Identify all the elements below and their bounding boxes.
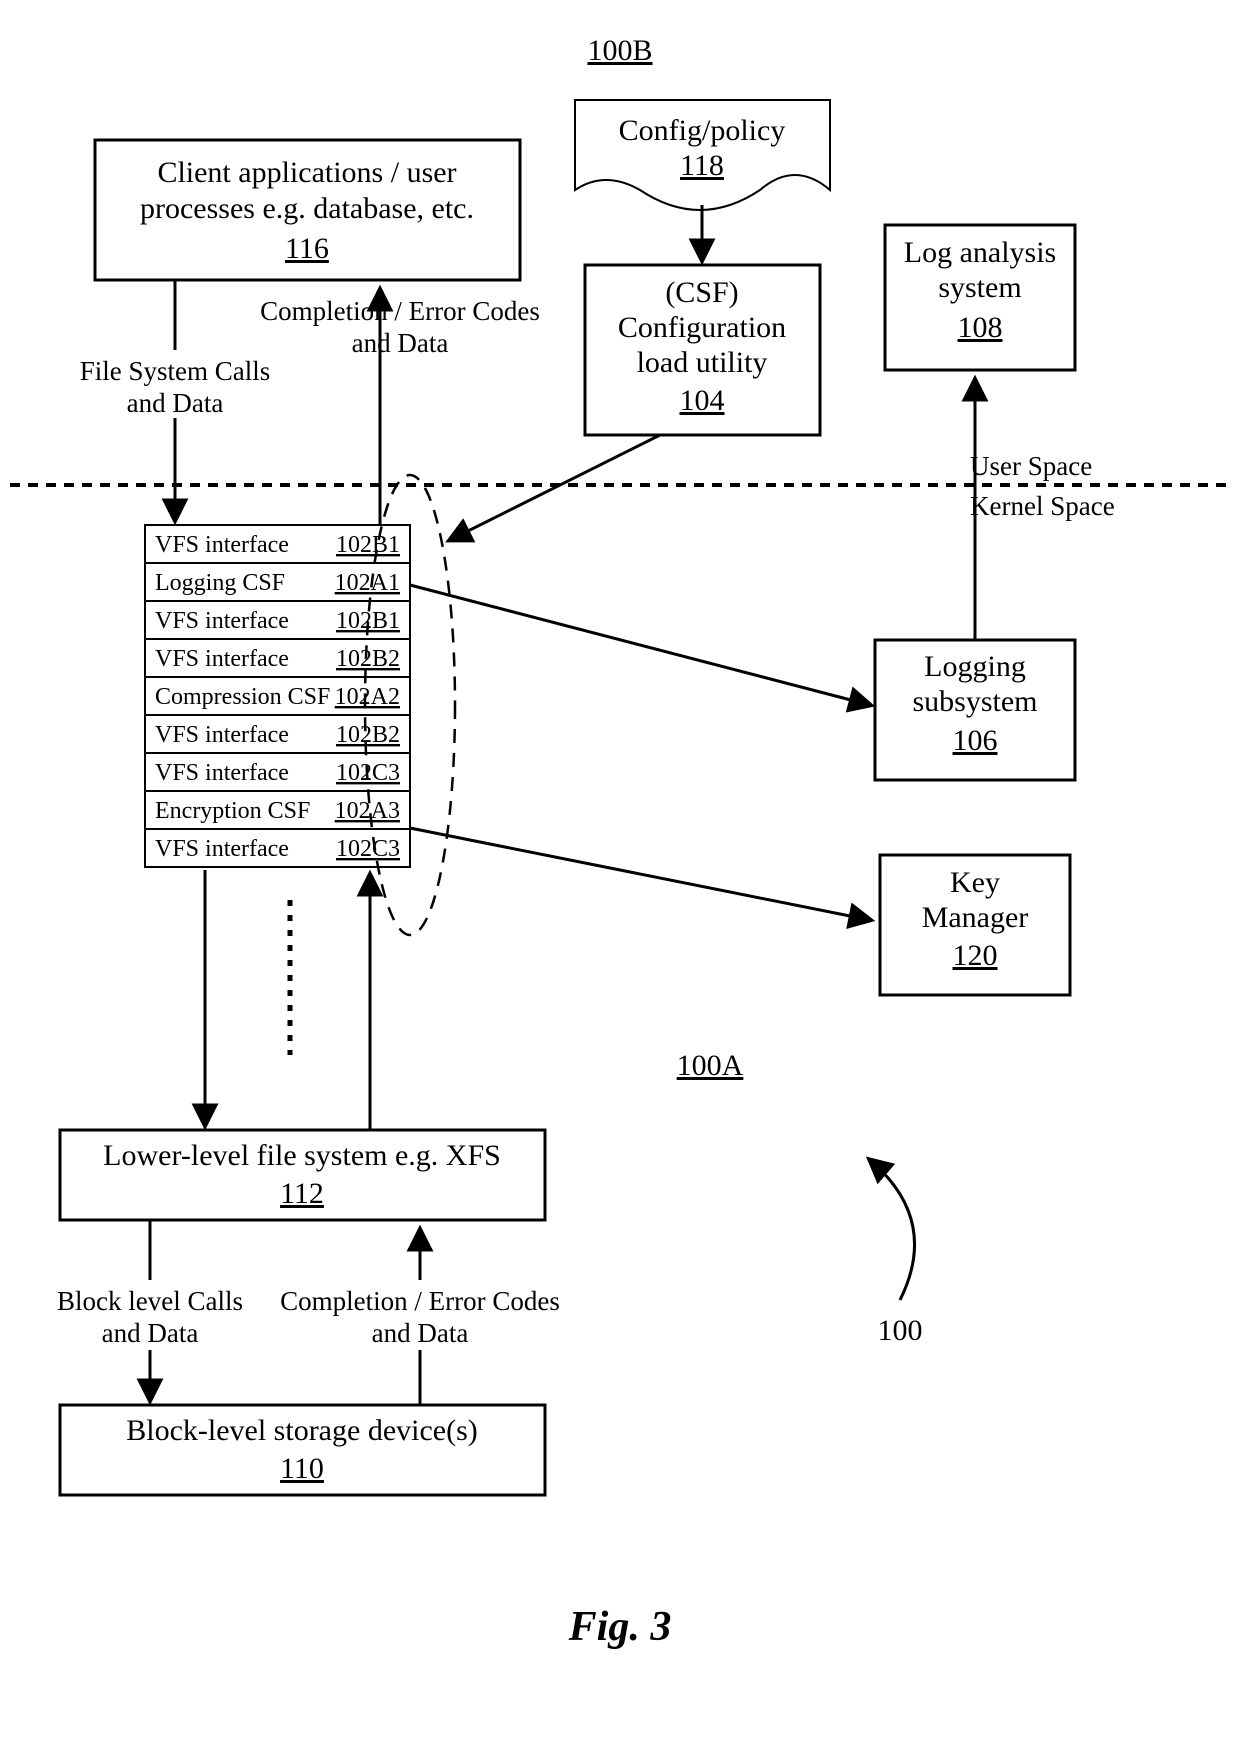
lower-fs-box: Lower-level file system e.g. XFS 112: [60, 1130, 545, 1220]
client-line2: processes e.g. database, etc.: [140, 192, 474, 225]
comp-top-line2: and Data: [352, 328, 449, 358]
client-applications-box: Client applications / user processes e.g…: [95, 140, 520, 280]
fscalls-line1: File System Calls: [80, 356, 271, 386]
lowerfs-ref: 112: [280, 1177, 324, 1210]
csf-line3: load utility: [637, 346, 768, 379]
log-analysis-ref: 108: [958, 311, 1003, 344]
figure-caption: Fig. 3: [568, 1604, 672, 1650]
ref-100: 100: [878, 1314, 923, 1347]
comp-bot-line2: and Data: [372, 1318, 469, 1348]
csf-line2: Configuration: [618, 311, 786, 344]
user-space-label: User Space: [970, 451, 1092, 481]
client-ref: 116: [285, 232, 329, 265]
block-dev-label: Block-level storage device(s): [126, 1414, 478, 1447]
stack-row-label: Encryption CSF: [155, 798, 310, 824]
stack-row-label: Logging CSF: [155, 570, 285, 596]
keymgr-ref: 120: [953, 939, 998, 972]
comp-bot-line1: Completion / Error Codes: [280, 1286, 560, 1316]
fscalls-line2: and Data: [127, 388, 224, 418]
logging-csf-to-subsystem-arrow: [410, 585, 870, 705]
config-policy-ref: 118: [680, 149, 724, 182]
lowerfs-label: Lower-level file system e.g. XFS: [103, 1139, 501, 1172]
stack-row-label: VFS interface: [155, 608, 289, 634]
stack-row-label: VFS interface: [155, 646, 289, 672]
comp-top-line1: Completion / Error Codes: [260, 296, 540, 326]
stack-row-label: VFS interface: [155, 722, 289, 748]
keymgr-line1: Key: [950, 866, 1000, 899]
stack-row-label: Compression CSF: [155, 684, 330, 710]
diagram-canvas: 100B Client applications / user processe…: [0, 0, 1240, 1753]
block-devices-box: Block-level storage device(s) 110: [60, 1405, 545, 1495]
ref-100a: 100A: [677, 1049, 744, 1082]
logging-sub-ref: 106: [953, 724, 998, 757]
stack-row-ref: 102A3: [335, 798, 400, 824]
key-manager-box: Key Manager 120: [880, 855, 1070, 995]
stack-row-ref: 102A1: [335, 570, 400, 596]
encryption-csf-to-keymgr-arrow: [410, 828, 870, 920]
logging-sub-line2: subsystem: [912, 685, 1037, 718]
kernel-space-label: Kernel Space: [970, 491, 1115, 521]
csf-line1: (CSF): [665, 276, 738, 309]
log-analysis-line1: Log analysis: [904, 236, 1056, 269]
logging-subsystem-box: Logging subsystem 106: [875, 640, 1075, 780]
config-policy-label: Config/policy: [619, 114, 786, 147]
stack-row-ref: 102A2: [335, 684, 400, 710]
block-calls-line2: and Data: [102, 1318, 199, 1348]
log-analysis-line2: system: [938, 271, 1021, 304]
keymgr-line2: Manager: [922, 901, 1029, 934]
config-policy-doc: Config/policy 118: [575, 100, 830, 210]
client-line1: Client applications / user: [157, 156, 456, 189]
block-dev-ref: 110: [280, 1452, 324, 1485]
ref-100b: 100B: [587, 34, 652, 67]
stack-row-label: VFS interface: [155, 836, 289, 862]
log-analysis-box: Log analysis system 108: [885, 225, 1075, 370]
csf-ref: 104: [680, 384, 725, 417]
block-calls-line1: Block level Calls: [57, 1286, 243, 1316]
stack-row-ref: 102B1: [336, 532, 400, 558]
stack-row-ref: 102B2: [336, 722, 400, 748]
csf-to-stack-arrow: [450, 435, 660, 540]
logging-sub-line1: Logging: [924, 650, 1026, 683]
curvy-arrow-100: [870, 1160, 915, 1300]
stack-row-ref: 102C3: [336, 836, 400, 862]
stack-row-ref: 102B2: [336, 646, 400, 672]
stack-row-label: VFS interface: [155, 760, 289, 786]
csf-load-utility-box: (CSF) Configuration load utility 104: [585, 265, 820, 435]
stack-row-label: VFS interface: [155, 532, 289, 558]
